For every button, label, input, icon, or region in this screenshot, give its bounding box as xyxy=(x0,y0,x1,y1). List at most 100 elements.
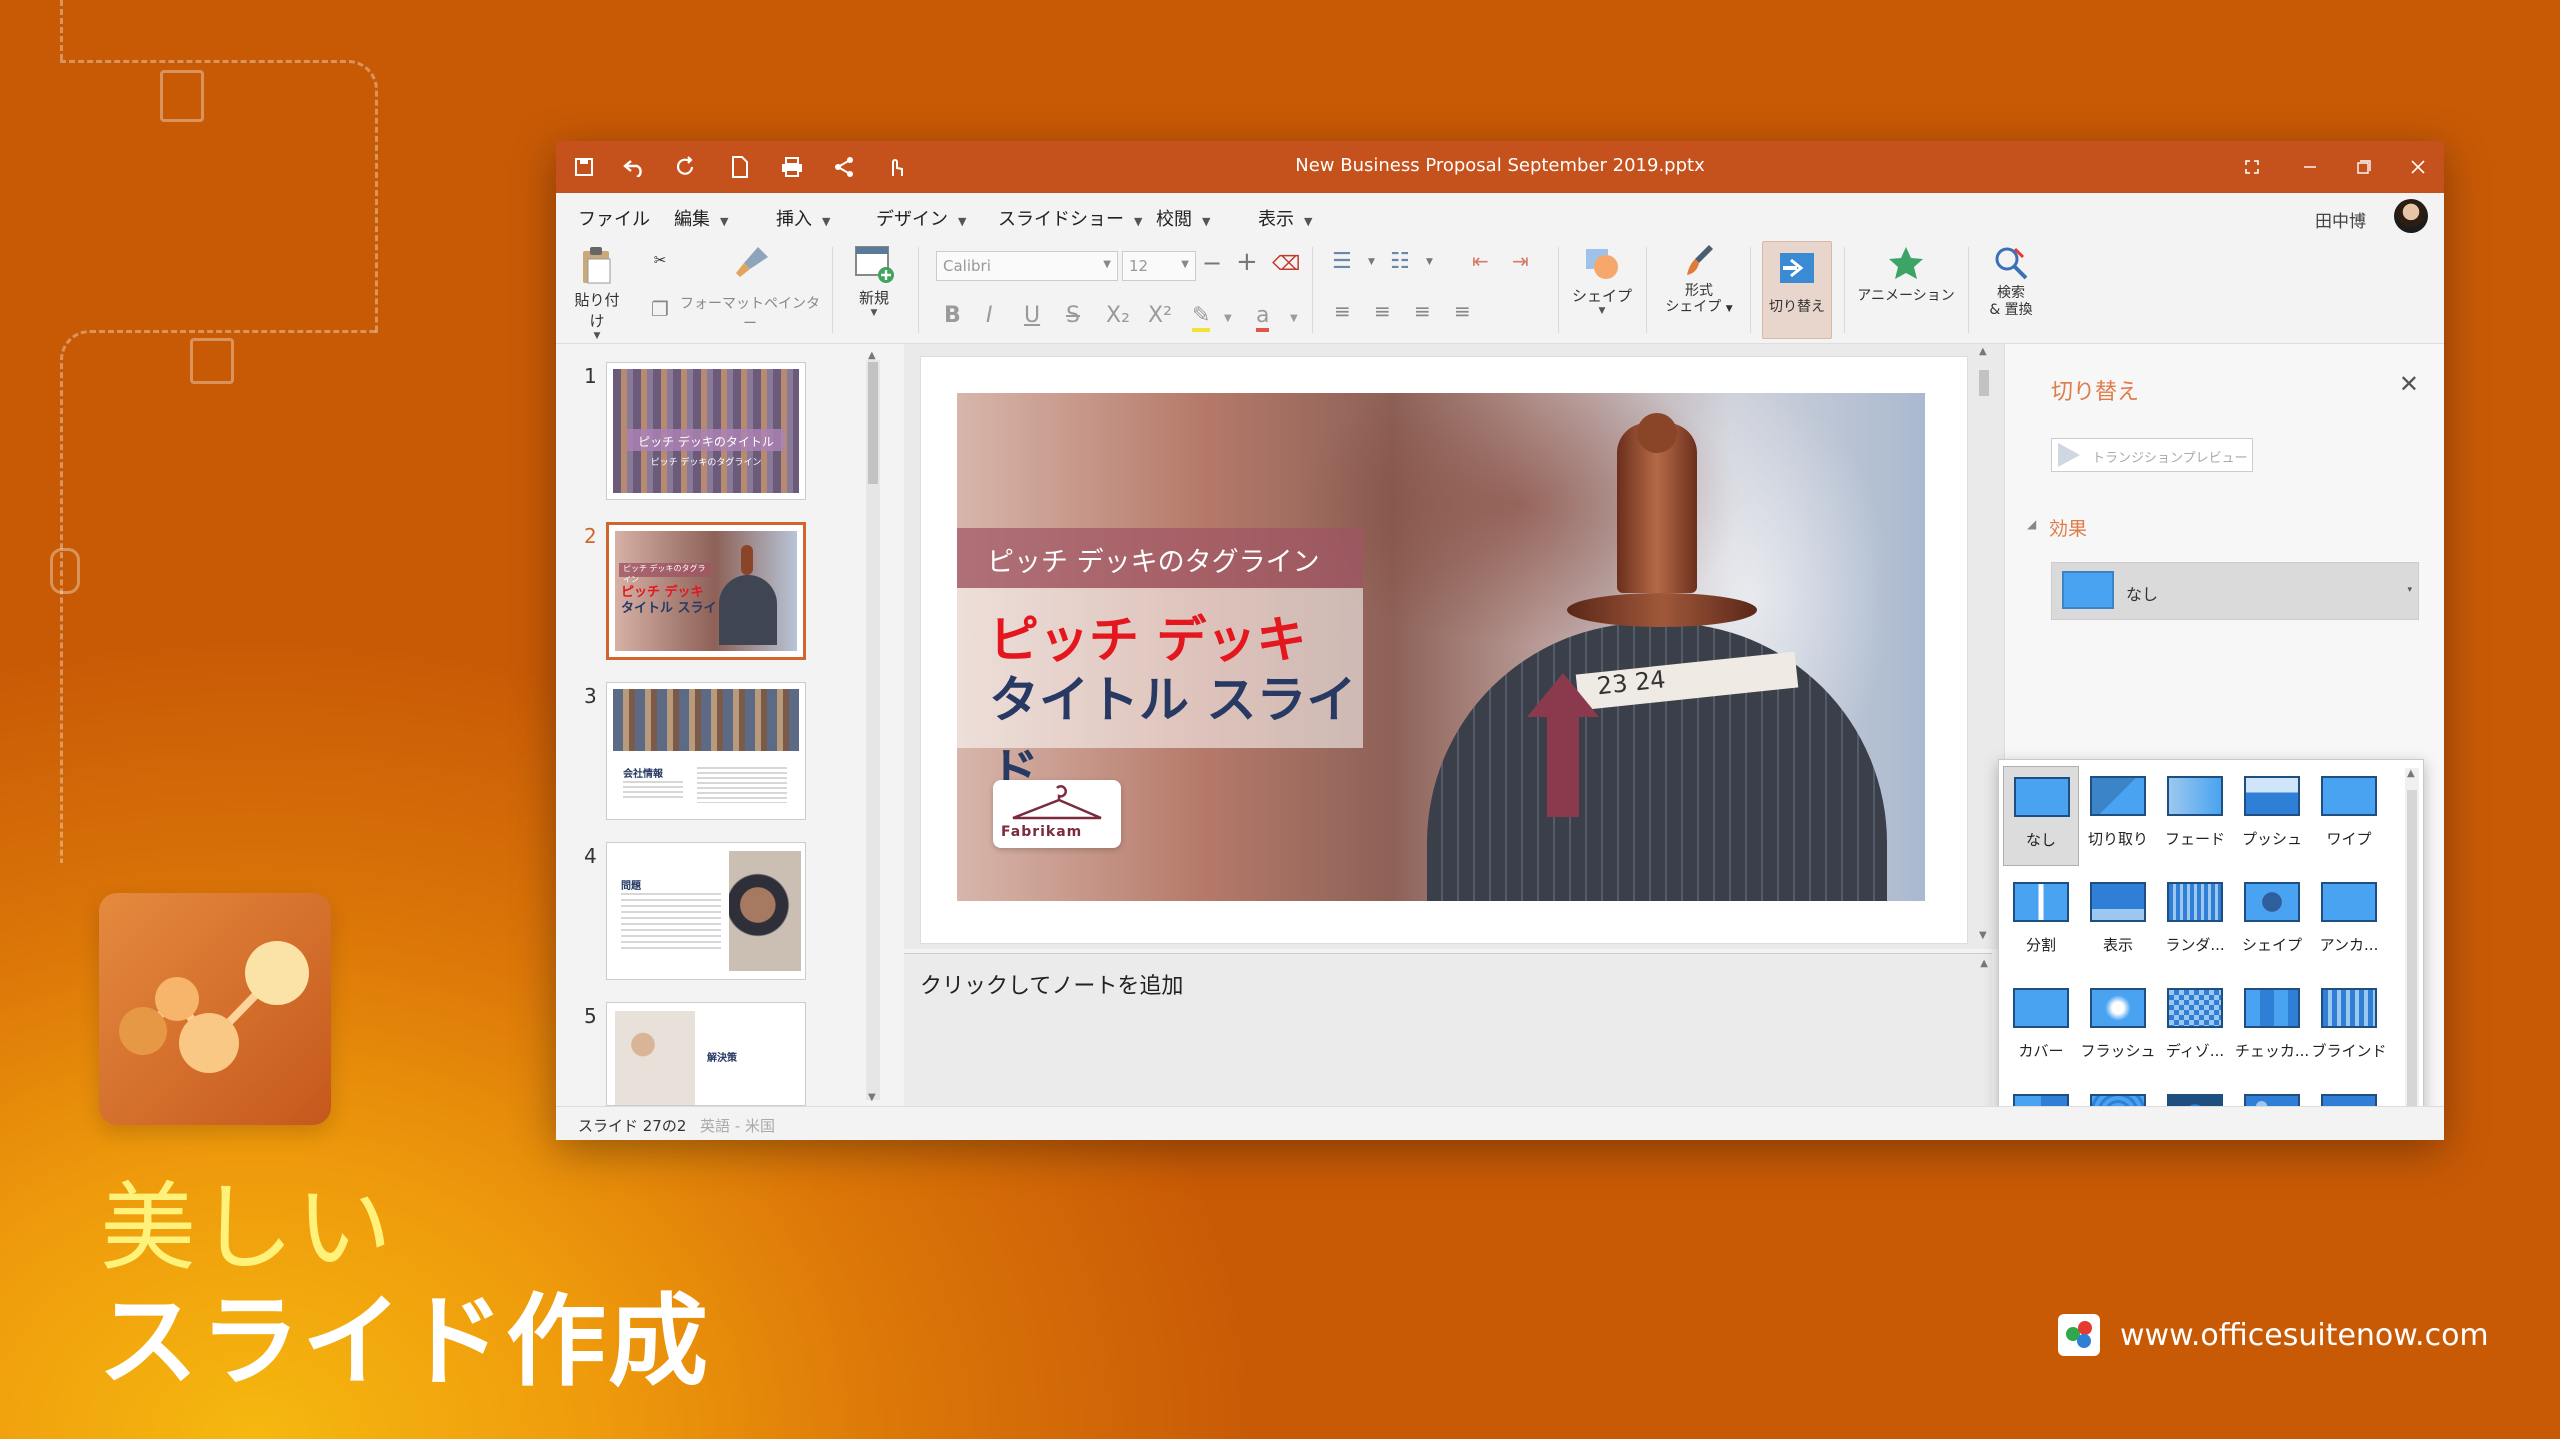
brand-logo[interactable]: Fabrikam xyxy=(993,780,1121,848)
chevron-down-icon[interactable]: ▼ xyxy=(1368,257,1375,267)
close-icon[interactable]: ✕ xyxy=(2399,370,2419,398)
clear-format-icon[interactable]: ⌫ xyxy=(1272,251,1300,275)
effect-option[interactable]: 表示 xyxy=(2080,872,2156,972)
chevron-down-icon[interactable]: ▼ xyxy=(1290,313,1298,324)
chevron-up-icon[interactable]: ▲ xyxy=(868,350,876,361)
chevron-down-icon[interactable]: ▼ xyxy=(868,1092,876,1103)
chevron-down-icon[interactable]: ▼ xyxy=(1224,313,1232,324)
justify-icon[interactable]: ≡ xyxy=(1454,299,1471,323)
slide-thumbnail-4[interactable]: 問題 xyxy=(606,842,806,980)
shape-format-button[interactable]: 形式 シェイプ ▼ xyxy=(1662,243,1736,339)
effect-option[interactable]: プッシュ xyxy=(2234,766,2310,866)
transition-effect-icon xyxy=(2090,988,2146,1028)
font-size-select[interactable]: 12 ▼ xyxy=(1122,251,1196,281)
slide-thumbnail-2[interactable]: ピッチ デッキのタグライン ピッチ デッキ タイトル スライド xyxy=(606,522,806,660)
increase-font-icon[interactable]: + xyxy=(1236,247,1258,277)
align-left-icon[interactable]: ≡ xyxy=(1334,299,1351,323)
copy-icon[interactable]: ❐ xyxy=(646,297,674,321)
transitions-button[interactable]: 切り替え xyxy=(1762,241,1832,339)
effect-option[interactable]: アンカ... xyxy=(2311,872,2387,972)
effect-option[interactable]: カバー xyxy=(2003,978,2079,1078)
fullscreen-icon[interactable] xyxy=(2230,149,2274,185)
avatar[interactable] xyxy=(2394,199,2428,233)
minimize-icon[interactable] xyxy=(2288,149,2332,185)
effect-option[interactable]: ディゾ... xyxy=(2157,978,2233,1078)
editor-scrollbar[interactable]: ▲ ▼ xyxy=(1976,344,1992,949)
chevron-up-icon[interactable]: ▲ xyxy=(1979,346,1987,357)
effect-option[interactable]: ワイプ xyxy=(2311,766,2387,866)
menu-design[interactable]: デザイン ▼ xyxy=(876,205,966,231)
cut-icon[interactable]: ✂ xyxy=(646,251,674,269)
outdent-icon[interactable]: ⇤ xyxy=(1472,249,1489,273)
font-name-select[interactable]: Calibri ▼ xyxy=(936,251,1118,281)
effect-option[interactable]: なし xyxy=(2003,766,2079,866)
effects-section-label[interactable]: 効果 xyxy=(2049,514,2087,541)
chevron-down-icon[interactable]: ▼ xyxy=(1979,930,1987,941)
scrollbar-thumb[interactable] xyxy=(1979,370,1989,396)
find-replace-button[interactable]: 検索 & 置換 xyxy=(1978,245,2044,337)
animations-button[interactable]: アニメーション xyxy=(1856,245,1956,335)
thumbnail-scrollbar[interactable] xyxy=(866,360,880,1100)
bullet-list-icon[interactable]: ☰ xyxy=(1332,249,1352,274)
effect-option[interactable]: ランダ... xyxy=(2157,872,2233,972)
menu-slideshow[interactable]: スライドショー ▼ xyxy=(998,205,1142,231)
slide-tagline[interactable]: ピッチ デッキのタグライン xyxy=(957,528,1363,588)
effect-label: ディゾ... xyxy=(2165,1042,2225,1060)
notes-area[interactable]: クリックしてノートを追加 ▲ xyxy=(904,953,1992,1107)
bold-icon[interactable]: B xyxy=(944,303,961,328)
menu-review[interactable]: 校閲 ▼ xyxy=(1156,205,1210,231)
effect-option[interactable]: ブラインド xyxy=(2311,978,2387,1078)
font-size-value: 12 xyxy=(1129,257,1149,275)
font-color-icon[interactable]: a xyxy=(1256,303,1270,332)
collapse-caret-icon[interactable]: ◢ xyxy=(2027,517,2036,531)
decrease-font-icon[interactable]: − xyxy=(1202,249,1222,277)
language-status[interactable]: 英語 - 米国 xyxy=(700,1115,775,1136)
strikethrough-icon[interactable]: S xyxy=(1066,303,1080,328)
slide-thumbnail-5[interactable]: 解決策 xyxy=(606,1002,806,1106)
indent-icon[interactable]: ⇥ xyxy=(1512,249,1529,273)
transitions-label: 切り替え xyxy=(1769,299,1825,315)
user-name[interactable]: 田中博 xyxy=(2315,207,2366,232)
chevron-up-icon[interactable]: ▲ xyxy=(1980,958,1988,969)
decorative-path xyxy=(60,60,378,333)
chevron-up-icon[interactable]: ▲ xyxy=(2407,768,2415,779)
menu-view[interactable]: 表示 ▼ xyxy=(1258,205,1312,231)
paste-button[interactable]: 貼り付け ▼ xyxy=(570,245,624,341)
promo-url[interactable]: www.officesuitenow.com xyxy=(2120,1318,2489,1353)
find-label2: & 置換 xyxy=(1989,302,2033,318)
superscript-icon[interactable]: X² xyxy=(1148,303,1172,328)
effect-option[interactable]: チェッカ... xyxy=(2234,978,2310,1078)
italic-icon[interactable]: I xyxy=(986,303,993,328)
effect-option[interactable]: 分割 xyxy=(2003,872,2079,972)
restore-icon[interactable] xyxy=(2342,149,2386,185)
format-painter-button[interactable]: フォーマットペインター xyxy=(680,245,820,335)
menu-edit[interactable]: 編集 ▼ xyxy=(674,205,728,231)
scrollbar-thumb[interactable] xyxy=(868,362,878,484)
close-icon[interactable] xyxy=(2396,149,2440,185)
effect-option[interactable]: シェイプ xyxy=(2234,872,2310,972)
gallery-scrollbar[interactable]: ▲ ▼ xyxy=(2405,768,2419,1140)
effect-option[interactable]: フラッシュ xyxy=(2080,978,2156,1078)
chevron-down-icon[interactable]: ▼ xyxy=(1426,257,1433,267)
menu-insert[interactable]: 挿入 ▼ xyxy=(776,205,830,231)
effect-option[interactable]: フェード xyxy=(2157,766,2233,866)
align-center-icon[interactable]: ≡ xyxy=(1374,299,1391,323)
transition-preview-button[interactable]: トランジションプレビュー xyxy=(2051,438,2253,472)
thumbnail-tag: ピッチ デッキのタグライン xyxy=(619,563,711,584)
shape-button[interactable]: シェイプ ▼ xyxy=(1572,247,1632,337)
slide-thumbnail-3[interactable]: 会社情報 xyxy=(606,682,806,820)
highlight-icon[interactable]: ✎ xyxy=(1192,303,1211,332)
slide-title-box[interactable]: ピッチ デッキ タイトル スライド xyxy=(957,588,1363,801)
slide-canvas[interactable]: 23 24 ピッチ デッキのタグライン ピッチ デッキ タイトル スライド Fa… xyxy=(920,356,1968,944)
menu-label: ファイル xyxy=(578,209,650,230)
align-right-icon[interactable]: ≡ xyxy=(1414,299,1431,323)
effect-dropdown[interactable]: なし ▾ xyxy=(2051,562,2419,620)
underline-icon[interactable]: U xyxy=(1024,303,1040,328)
numbered-list-icon[interactable]: ☷ xyxy=(1390,249,1410,274)
scrollbar-thumb[interactable] xyxy=(2407,790,2417,1140)
menu-file[interactable]: ファイル xyxy=(578,205,650,231)
effect-option[interactable]: 切り取り xyxy=(2080,766,2156,866)
slide-thumbnail-1[interactable]: ピッチ デッキのタイトル ピッチ デッキのタグライン xyxy=(606,362,806,500)
new-slide-button[interactable]: 新規 ▼ xyxy=(846,245,902,337)
subscript-icon[interactable]: X₂ xyxy=(1106,303,1130,328)
